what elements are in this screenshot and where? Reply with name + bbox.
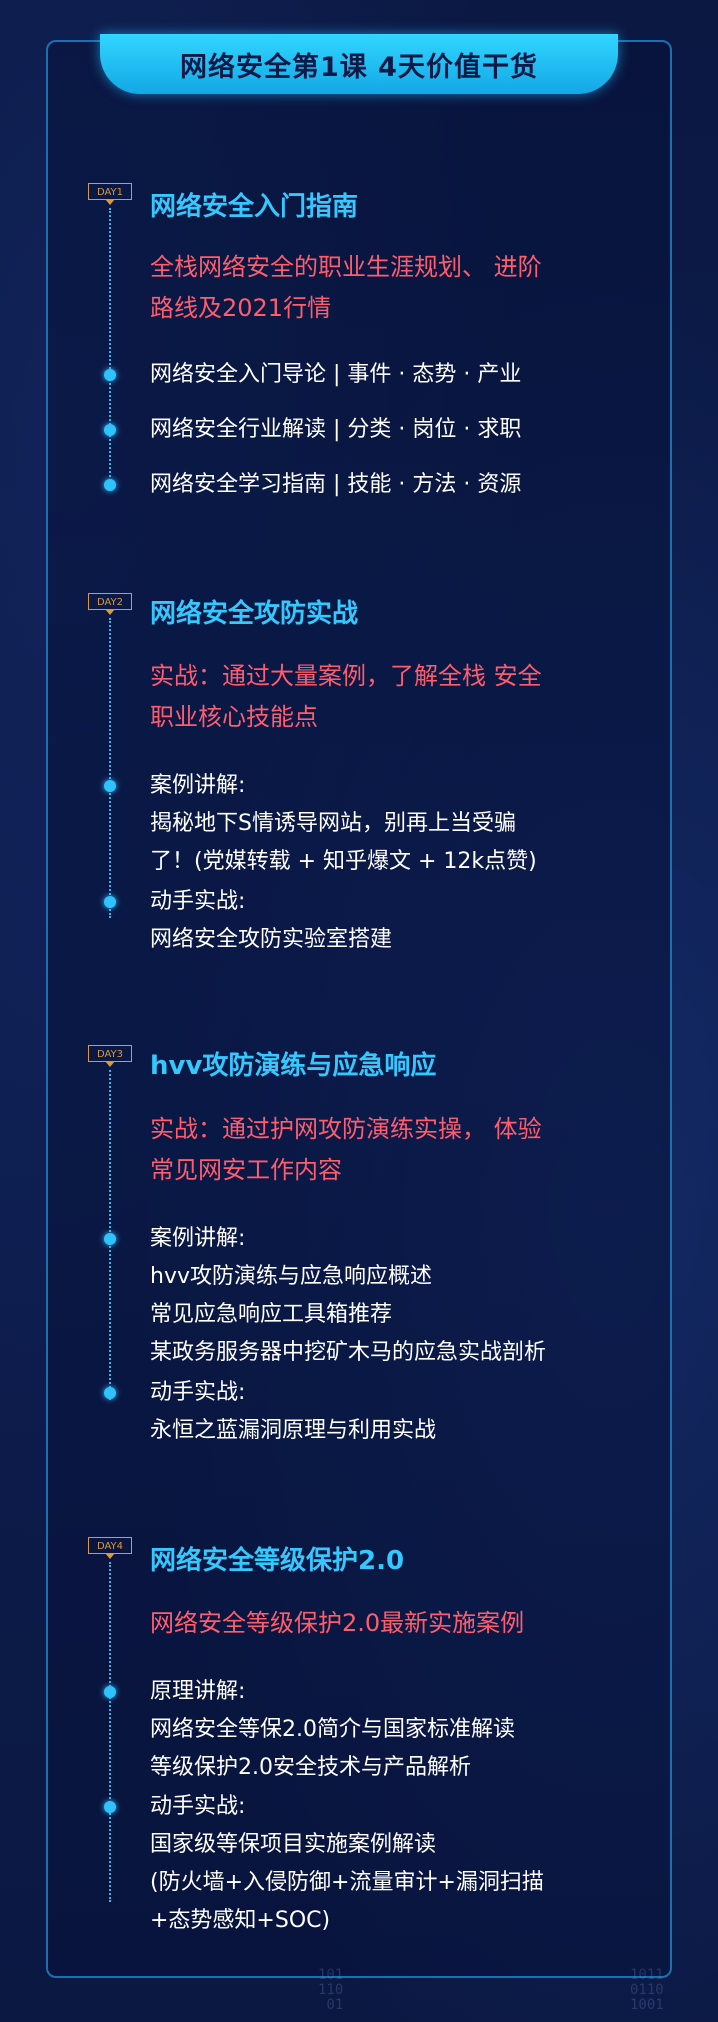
day3-subtitle: 实战：通过护网攻防演练实操， 体验 常见网安工作内容 (150, 1115, 542, 1184)
day3-item: 案例讲解: hvv攻防演练与应急响应概述 常见应急响应工具箱推荐 某政务服务器中… (150, 1226, 547, 1365)
day1-timeline (109, 208, 111, 488)
day4-bullet-dot (104, 1686, 116, 1698)
day4-bullet-dot (104, 1801, 116, 1813)
day2-item: 动手实战: 网络安全攻防实验室搭建 (150, 889, 393, 952)
day1-bullet-dot (104, 479, 116, 491)
day1-subtitle: 全栈网络安全的职业生涯规划、 进阶 路线及2021行情 (150, 253, 542, 322)
day2-badge: DAY2 (88, 593, 132, 615)
day1-bullet-dot (104, 424, 116, 436)
decorative-binary: 101 110 01 (318, 1967, 344, 2013)
day4-subtitle: 网络安全等级保护2.0最新实施案例 (150, 1609, 525, 1637)
day4-title: 网络安全等级保护2.0 (150, 1546, 405, 1576)
day4-item: 动手实战: 国家级等保项目实施案例解读 (防火墙+入侵防御+流量审计+漏洞扫描 … (150, 1794, 544, 1933)
day2-timeline (109, 618, 111, 918)
day1-item: 网络安全行业解读 | 分类 · 岗位 · 求职 (150, 417, 522, 442)
day1-item: 网络安全入门导论 | 事件 · 态势 · 产业 (150, 362, 522, 387)
day2-bullet-dot (104, 780, 116, 792)
day3-title: hvv攻防演练与应急响应 (150, 1051, 437, 1081)
page-title: 网络安全第1课 4天价值干货 (180, 51, 538, 83)
day2-subtitle: 实战：通过大量案例，了解全栈 安全 职业核心技能点 (150, 662, 542, 731)
day4-item: 原理讲解: 网络安全等保2.0简介与国家标准解读 等级保护2.0安全技术与产品解… (150, 1679, 515, 1780)
day1-title: 网络安全入门指南 (150, 192, 359, 222)
day2-title: 网络安全攻防实战 (150, 599, 359, 629)
day3-item: 动手实战: 永恒之蓝漏洞原理与利用实战 (150, 1380, 437, 1443)
day2-item: 案例讲解: 揭秘地下S情诱导网站，别再上当受骗 了！(党媒转载 + 知乎爆文 +… (150, 773, 537, 874)
day1-item: 网络安全学习指南 | 技能 · 方法 · 资源 (150, 472, 522, 497)
day2-bullet-dot (104, 896, 116, 908)
header-banner: 网络安全第1课 4天价值干货 (100, 34, 618, 94)
day1-bullet-dot (104, 369, 116, 381)
day4-timeline (109, 1562, 111, 1902)
day3-badge: DAY3 (88, 1045, 132, 1067)
day1-badge: DAY1 (88, 183, 132, 205)
day3-bullet-dot (104, 1233, 116, 1245)
day3-bullet-dot (104, 1387, 116, 1399)
decorative-binary: 1011 0110 1001 (630, 1967, 664, 2013)
day4-badge: DAY4 (88, 1537, 132, 1559)
